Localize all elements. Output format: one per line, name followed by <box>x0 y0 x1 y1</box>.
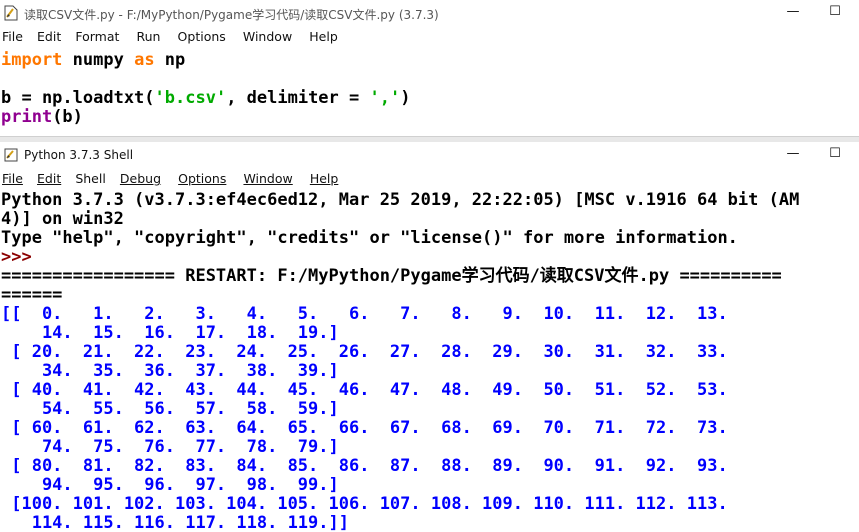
keyword-import: import <box>1 50 63 70</box>
output-line: 34. 35. 36. 37. 38. 39.] <box>1 361 339 381</box>
restart-line: ================= RESTART: F:/MyPython/P… <box>1 266 782 286</box>
output-line: [[ 0. 1. 2. 3. 4. 5. 6. 7. 8. 9. 10. 11.… <box>1 304 728 324</box>
code-text: ) <box>400 88 411 108</box>
menu-shell[interactable]: Shell <box>75 168 106 190</box>
banner-line: 4)] on win32 <box>1 209 124 229</box>
menu-file[interactable]: File <box>2 26 23 48</box>
editor-window: 读取CSV文件.py - F:/MyPython/Pygame学习代码/读取CS… <box>0 0 859 136</box>
shell-menubar: File Edit Shell Debug Options Window Hel… <box>0 168 859 190</box>
python-file-icon <box>4 5 18 21</box>
code-text: , delimiter = <box>226 88 370 108</box>
menu-window[interactable]: Window <box>243 26 292 48</box>
menu-help[interactable]: Help <box>309 26 338 48</box>
menu-file[interactable]: File <box>2 168 23 190</box>
editor-menubar: File Edit Format Run Options Window Help <box>0 26 859 48</box>
output-line: [ 40. 41. 42. 43. 44. 45. 46. 47. 48. 49… <box>1 380 728 400</box>
minimize-icon[interactable]: — <box>783 145 803 163</box>
output-line: 54. 55. 56. 57. 58. 59.] <box>1 399 339 419</box>
shell-window: Python 3.7.3 Shell — ☐ File Edit Shell D… <box>0 142 859 532</box>
menu-edit[interactable]: Edit <box>37 26 61 48</box>
code-line-1: import numpy as np <box>1 51 185 70</box>
output-line: 74. 75. 76. 77. 78. 79.] <box>1 437 339 457</box>
code-text: (b) <box>52 107 83 127</box>
string-literal: ',' <box>369 88 401 108</box>
output-line: [ 80. 81. 82. 83. 84. 85. 86. 87. 88. 89… <box>1 456 728 476</box>
minimize-icon[interactable]: — <box>783 3 803 21</box>
menu-edit[interactable]: Edit <box>37 168 61 190</box>
menu-options[interactable]: Options <box>178 168 226 190</box>
menu-debug[interactable]: Debug <box>120 168 161 190</box>
maximize-icon[interactable]: ☐ <box>825 145 845 163</box>
output-line: 114. 115. 116. 117. 118. 119.]] <box>1 513 349 532</box>
menu-options[interactable]: Options <box>178 26 226 48</box>
python-shell-icon <box>4 148 18 162</box>
menu-format[interactable]: Format <box>75 26 119 48</box>
keyword-as: as <box>134 50 155 70</box>
shell-title: Python 3.7.3 Shell <box>24 148 134 162</box>
code-text: b = np.loadtxt( <box>1 88 155 108</box>
output-line: [ 60. 61. 62. 63. 64. 65. 66. 67. 68. 69… <box>1 418 728 438</box>
menu-window[interactable]: Window <box>243 168 292 190</box>
shell-prompt: >>> <box>1 247 42 267</box>
banner-line: Type "help", "copyright", "credits" or "… <box>1 228 738 248</box>
shell-titlebar[interactable]: Python 3.7.3 Shell — ☐ <box>0 142 859 168</box>
menu-help[interactable]: Help <box>310 168 339 190</box>
editor-titlebar[interactable]: 读取CSV文件.py - F:/MyPython/Pygame学习代码/读取CS… <box>0 0 859 26</box>
builtin-print: print <box>1 107 53 127</box>
output-line: 14. 15. 16. 17. 18. 19.] <box>1 323 339 343</box>
code-line-4: print(b) <box>1 108 83 127</box>
string-literal: 'b.csv' <box>154 88 227 108</box>
maximize-icon[interactable]: ☐ <box>825 3 845 21</box>
output-line: 94. 95. 96. 97. 98. 99.] <box>1 475 339 495</box>
restart-line: ====== <box>1 285 63 305</box>
output-line: [ 20. 21. 22. 23. 24. 25. 26. 27. 28. 29… <box>1 342 728 362</box>
menu-run[interactable]: Run <box>136 26 160 48</box>
banner-line: Python 3.7.3 (v3.7.3:ef4ec6ed12, Mar 25 … <box>1 190 800 210</box>
output-line: [100. 101. 102. 103. 104. 105. 106. 107.… <box>1 494 728 514</box>
code-line-3: b = np.loadtxt('b.csv', delimiter = ',') <box>1 89 410 108</box>
alias-name: np <box>154 50 186 70</box>
module-name: numpy <box>62 50 135 70</box>
editor-title: 读取CSV文件.py - F:/MyPython/Pygame学习代码/读取CS… <box>24 8 439 22</box>
